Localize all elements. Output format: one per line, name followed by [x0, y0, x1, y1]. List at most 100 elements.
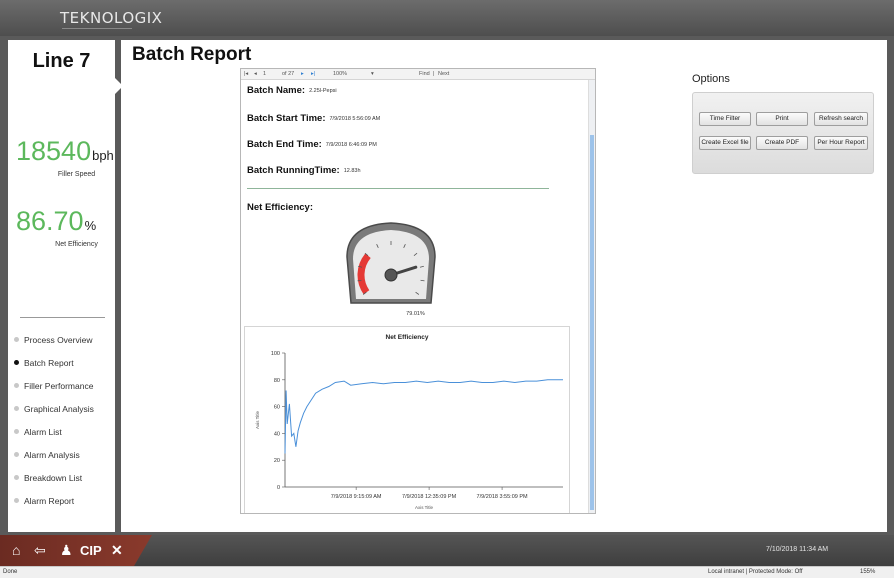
nav-label: Filler Performance	[24, 380, 94, 391]
nav-item-filler-performance[interactable]: Filler Performance	[14, 374, 114, 397]
nav-item-alarm-analysis[interactable]: Alarm Analysis	[14, 443, 114, 466]
nav-label: Breakdown List	[24, 472, 83, 483]
batch-end-row: Batch End Time: 7/9/2018 6:46:09 PM	[247, 139, 377, 150]
x-axis-title: Axis Title	[415, 505, 434, 510]
x-tick-label: 7/9/2018 9:15:09 AM	[331, 494, 382, 500]
y-tick-label: 40	[274, 431, 280, 437]
last-page-icon[interactable]: ▸|	[311, 71, 315, 77]
zoom-select[interactable]: 100%	[333, 71, 347, 77]
per-hour-report-button[interactable]: Per Hour Report	[814, 136, 868, 150]
net-efficiency-number: 86.70	[16, 206, 84, 236]
time-filter-button[interactable]: Time Filter	[699, 112, 751, 126]
nav-item-alarm-report[interactable]: Alarm Report	[14, 489, 114, 512]
report-scrollbar-thumb[interactable]	[590, 135, 594, 510]
nav-label: Graphical Analysis	[24, 403, 94, 414]
nav-label: Alarm Analysis	[24, 449, 80, 460]
side-nav: Process Overview Batch Report Filler Per…	[14, 328, 114, 512]
page-count: of 27	[282, 71, 295, 77]
efficiency-series-line	[284, 379, 563, 454]
efficiency-gauge	[341, 217, 441, 317]
batch-start-row: Batch Start Time: 7/9/2018 5:56:09 AM	[247, 113, 380, 124]
y-tick-label: 60	[274, 405, 280, 411]
y-axis-title: Axis Title	[255, 411, 260, 430]
create-pdf-button[interactable]: Create PDF	[756, 136, 808, 150]
nav-item-alarm-list[interactable]: Alarm List	[14, 420, 114, 443]
report-separator	[247, 188, 549, 189]
net-efficiency-label: Net Efficiency	[55, 241, 98, 248]
batch-end-label: Batch End Time:	[247, 139, 322, 150]
y-tick-label: 80	[274, 378, 280, 384]
report-viewer: |◂ ◂ 1 of 27 ▸ ▸| 100% ▾ Find | Next Bat…	[240, 68, 596, 514]
first-page-icon[interactable]: |◂	[244, 71, 248, 77]
options-panel: Time Filter Print Refresh search Create …	[692, 92, 874, 174]
net-efficiency-heading: Net Efficiency:	[247, 202, 313, 213]
x-tick-label: 7/9/2018 12:35:09 PM	[402, 494, 457, 500]
nav-label: Alarm List	[24, 426, 62, 437]
find-link[interactable]: Find	[419, 71, 430, 77]
status-text: Done	[3, 569, 18, 575]
cip-button[interactable]: CIP	[80, 543, 102, 558]
options-title: Options	[692, 73, 730, 85]
nav-bullet-icon	[14, 475, 19, 480]
batch-start-label: Batch Start Time:	[247, 113, 326, 124]
close-icon[interactable]: ✕	[111, 542, 123, 559]
nav-item-breakdown-list[interactable]: Breakdown List	[14, 466, 114, 489]
app-frame: TEKNOLOGIX Line 7 18540bph Filler Speed …	[0, 0, 894, 578]
chart-title: Net Efficiency	[386, 334, 429, 341]
back-arrow-icon[interactable]: ⇦	[34, 542, 46, 559]
prev-page-icon[interactable]: ◂	[254, 71, 257, 77]
main-panel: Batch Report |◂ ◂ 1 of 27 ▸ ▸| 100% ▾ Fi…	[121, 40, 887, 532]
find-separator: |	[433, 71, 435, 77]
create-excel-button[interactable]: Create Excel file	[699, 136, 751, 150]
print-button[interactable]: Print	[756, 112, 808, 126]
y-tick-label: 20	[274, 458, 280, 464]
operator-icon[interactable]: ♟	[60, 542, 73, 559]
zoom-level[interactable]: 155%	[860, 569, 875, 575]
clock: 7/10/2018 11:34 AM	[766, 546, 829, 553]
batch-end-value: 7/9/2018 6:46:09 PM	[325, 142, 377, 148]
batch-name-row: Batch Name: 2.25l-Pepsi	[247, 85, 337, 96]
nav-bullet-icon	[14, 452, 19, 457]
batch-running-row: Batch RunningTime: 12.83h	[247, 165, 361, 176]
batch-running-label: Batch RunningTime:	[247, 165, 340, 176]
bottom-action-strip	[0, 535, 152, 566]
zoom-dropdown-icon[interactable]: ▾	[371, 71, 374, 77]
nav-label: Alarm Report	[24, 495, 75, 506]
nav-item-process-overview[interactable]: Process Overview	[14, 328, 114, 351]
batch-name-value: 2.25l-Pepsi	[309, 88, 337, 94]
bottom-bar: ⌂ ⇦ ♟ CIP ✕ 7/10/2018 11:34 AM	[0, 535, 894, 566]
home-icon[interactable]: ⌂	[12, 542, 20, 558]
top-bar: TEKNOLOGIX	[0, 0, 894, 36]
refresh-search-button[interactable]: Refresh search	[814, 112, 868, 126]
report-scrollbar[interactable]	[588, 80, 595, 513]
batch-name-label: Batch Name:	[247, 85, 306, 96]
net-efficiency-chart: Net Efficiency 0 20 40 60 80 100 7/9/2018 9:15:…	[244, 326, 570, 513]
nav-divider	[20, 317, 105, 318]
x-tick-label: 7/9/2018 3:55:09 PM	[477, 494, 528, 500]
filler-speed-unit: bph	[92, 148, 114, 163]
brand-logo: TEKNOLOGIX	[60, 9, 163, 27]
nav-item-graphical-analysis[interactable]: Graphical Analysis	[14, 397, 114, 420]
security-zone: Local intranet | Protected Mode: Off	[708, 569, 803, 575]
y-tick-label: 0	[277, 485, 280, 491]
report-toolbar: |◂ ◂ 1 of 27 ▸ ▸| 100% ▾ Find | Next	[241, 69, 595, 80]
next-link[interactable]: Next	[438, 71, 449, 77]
nav-bullet-active-icon	[14, 360, 19, 365]
page-number-input[interactable]: 1	[263, 71, 266, 77]
batch-start-value: 7/9/2018 5:56:09 AM	[329, 116, 381, 122]
logo-underline	[62, 28, 132, 29]
filler-speed-label: Filler Speed	[57, 171, 96, 178]
nav-bullet-icon	[14, 337, 19, 342]
nav-label: Batch Report	[24, 357, 74, 368]
nav-item-batch-report[interactable]: Batch Report	[14, 351, 114, 374]
batch-running-value: 12.83h	[343, 168, 361, 174]
nav-bullet-icon	[14, 383, 19, 388]
filler-speed-value: 18540bph	[16, 136, 114, 167]
y-tick-label: 100	[271, 351, 280, 357]
next-page-icon[interactable]: ▸	[301, 71, 304, 77]
nav-bullet-icon	[14, 429, 19, 434]
line-title: Line 7	[32, 50, 91, 72]
page-title: Batch Report	[132, 44, 252, 65]
net-efficiency-value: 86.70%	[16, 206, 96, 237]
gauge-value-label: 79.01%	[406, 311, 425, 317]
